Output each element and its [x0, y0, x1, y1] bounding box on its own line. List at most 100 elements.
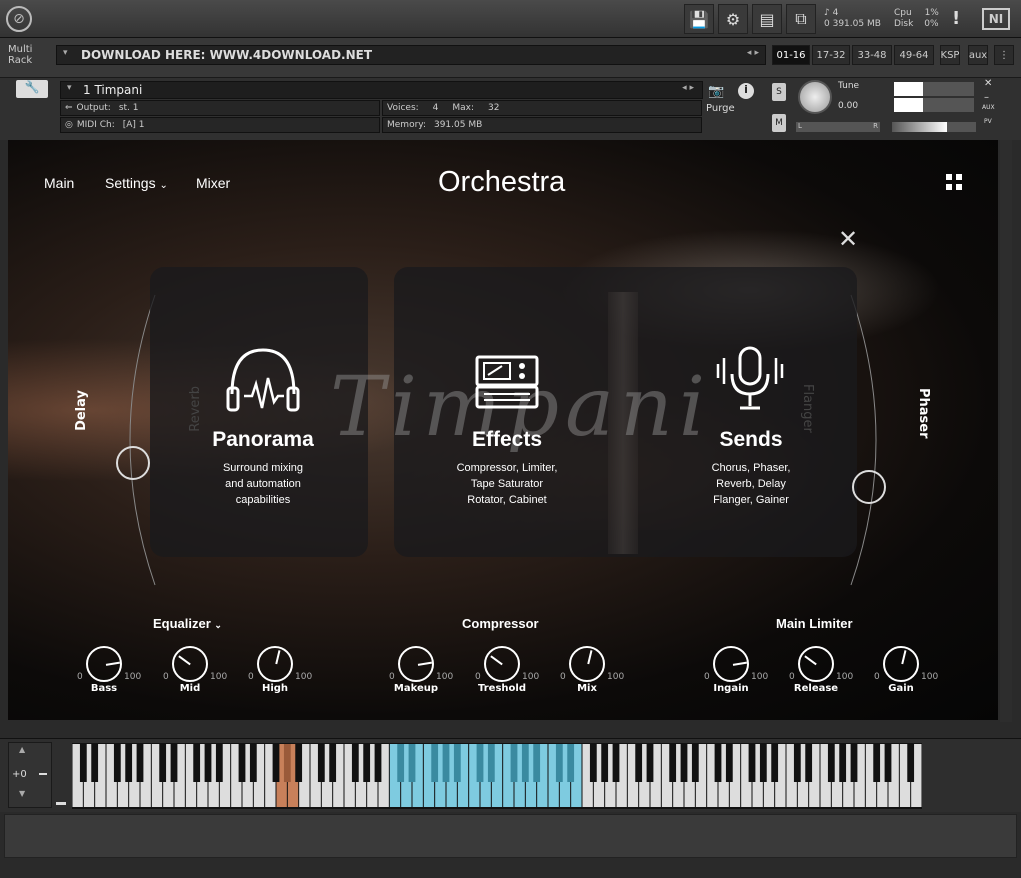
dropdown-arrow-icon[interactable]: ▾	[63, 48, 68, 58]
black-key[interactable]	[589, 744, 597, 782]
black-key[interactable]	[442, 744, 450, 782]
black-key[interactable]	[850, 744, 858, 782]
wrench-icon[interactable]: 🔧	[16, 80, 48, 98]
octave-up-icon[interactable]: ▲	[19, 745, 25, 754]
black-key[interactable]	[159, 744, 167, 782]
black-key[interactable]	[771, 744, 779, 782]
black-key[interactable]	[317, 744, 325, 782]
knob-mix[interactable]	[569, 646, 605, 682]
black-key[interactable]	[691, 744, 699, 782]
black-key[interactable]	[533, 744, 541, 782]
knob-high[interactable]	[257, 646, 293, 682]
pv-side-button[interactable]: PV	[984, 118, 992, 125]
flanger-label[interactable]: Flanger	[800, 384, 815, 433]
black-key[interactable]	[476, 744, 484, 782]
black-key[interactable]	[487, 744, 495, 782]
black-key[interactable]	[249, 744, 257, 782]
page-tab-2[interactable]: 17-32	[812, 45, 850, 65]
knob-mid[interactable]	[172, 646, 208, 682]
black-key[interactable]	[759, 744, 767, 782]
black-key[interactable]	[612, 744, 620, 782]
pan-slider[interactable]: L R	[796, 122, 880, 132]
inst-dropdown-icon[interactable]: ▾	[67, 83, 72, 93]
black-key[interactable]	[408, 744, 416, 782]
midi-row[interactable]: ◎ MIDI Ch: [A] 1	[60, 117, 380, 133]
vertical-scrollbar[interactable]	[1000, 140, 1012, 722]
black-key[interactable]	[521, 744, 529, 782]
piano-keyboard[interactable]	[72, 743, 922, 809]
knob-ingain[interactable]	[713, 646, 749, 682]
page-tab-3[interactable]: 33-48	[852, 45, 892, 65]
prev-next-arrows-icon[interactable]: ◂ ▸	[747, 48, 759, 58]
view-icon[interactable]: ▤	[752, 4, 782, 34]
nav-settings[interactable]: Settings ⌄	[105, 175, 168, 191]
knob-treshold[interactable]	[484, 646, 520, 682]
aux-button[interactable]: aux	[968, 45, 988, 65]
kontakt-logo-icon[interactable]: ⊘	[6, 6, 32, 32]
black-key[interactable]	[125, 744, 133, 782]
info-icon[interactable]: i	[738, 83, 754, 99]
black-key[interactable]	[215, 744, 223, 782]
output-row[interactable]: ⇐ Output: st. 1	[60, 100, 380, 116]
knob-gain[interactable]	[883, 646, 919, 682]
knob-bass[interactable]	[86, 646, 122, 682]
aux-side-button[interactable]: AUX	[982, 104, 995, 111]
reverb-label[interactable]: Reverb	[188, 386, 203, 432]
black-key[interactable]	[680, 744, 688, 782]
black-key[interactable]	[646, 744, 654, 782]
nav-main[interactable]: Main	[44, 175, 74, 191]
octave-control[interactable]: ▲ +0 ▼	[8, 742, 52, 808]
inst-prev-next-icon[interactable]: ◂ ▸	[682, 83, 694, 93]
black-key[interactable]	[805, 744, 813, 782]
mute-button[interactable]: M	[772, 114, 786, 132]
black-key[interactable]	[907, 744, 915, 782]
black-key[interactable]	[669, 744, 677, 782]
black-key[interactable]	[555, 744, 563, 782]
tune-knob[interactable]	[798, 80, 832, 114]
close-icon[interactable]: ✕	[838, 225, 858, 253]
grid-menu-icon[interactable]	[946, 174, 962, 190]
black-key[interactable]	[295, 744, 303, 782]
minimize-view-icon[interactable]: ⧉	[786, 4, 816, 34]
black-key[interactable]	[884, 744, 892, 782]
black-key[interactable]	[725, 744, 733, 782]
black-key[interactable]	[283, 744, 291, 782]
black-key[interactable]	[839, 744, 847, 782]
card-title-effects[interactable]: Effects	[394, 428, 620, 452]
black-key[interactable]	[873, 744, 881, 782]
page-tab-4[interactable]: 49-64	[894, 45, 934, 65]
black-key[interactable]	[170, 744, 178, 782]
delay-label[interactable]: Delay	[74, 390, 89, 431]
black-key[interactable]	[363, 744, 371, 782]
alert-icon[interactable]: !	[952, 8, 960, 29]
section-equalizer[interactable]: Equalizer ⌄	[153, 616, 222, 631]
black-key[interactable]	[635, 744, 643, 782]
card-title-sends[interactable]: Sends	[638, 428, 864, 452]
black-key[interactable]	[793, 744, 801, 782]
black-key[interactable]	[351, 744, 359, 782]
page-tab-1[interactable]: 01-16	[772, 45, 810, 65]
black-key[interactable]	[453, 744, 461, 782]
purge-button[interactable]: Purge	[706, 103, 735, 114]
black-key[interactable]	[91, 744, 99, 782]
instrument-name-field[interactable]: ▾ 1 Timpani ◂ ▸	[60, 81, 703, 99]
black-key[interactable]	[238, 744, 246, 782]
black-key[interactable]	[601, 744, 609, 782]
nav-mixer[interactable]: Mixer	[196, 175, 230, 191]
ni-logo[interactable]: NI	[982, 8, 1010, 30]
multi-name-field[interactable]: ▾ DOWNLOAD HERE: WWW.4DOWNLOAD.NET ◂ ▸	[56, 45, 766, 65]
knob-makeup[interactable]	[398, 646, 434, 682]
black-key[interactable]	[79, 744, 87, 782]
black-key[interactable]	[714, 744, 722, 782]
black-key[interactable]	[748, 744, 756, 782]
knob-release[interactable]	[798, 646, 834, 682]
black-key[interactable]	[329, 744, 337, 782]
close-instrument-icon[interactable]: ✕	[984, 78, 992, 89]
left-scroll-handle[interactable]	[116, 446, 150, 480]
black-key[interactable]	[397, 744, 405, 782]
black-key[interactable]	[567, 744, 575, 782]
minimize-instrument-icon[interactable]: –	[984, 92, 989, 103]
black-key[interactable]	[113, 744, 121, 782]
black-key[interactable]	[827, 744, 835, 782]
gear-icon[interactable]: ⚙	[718, 4, 748, 34]
